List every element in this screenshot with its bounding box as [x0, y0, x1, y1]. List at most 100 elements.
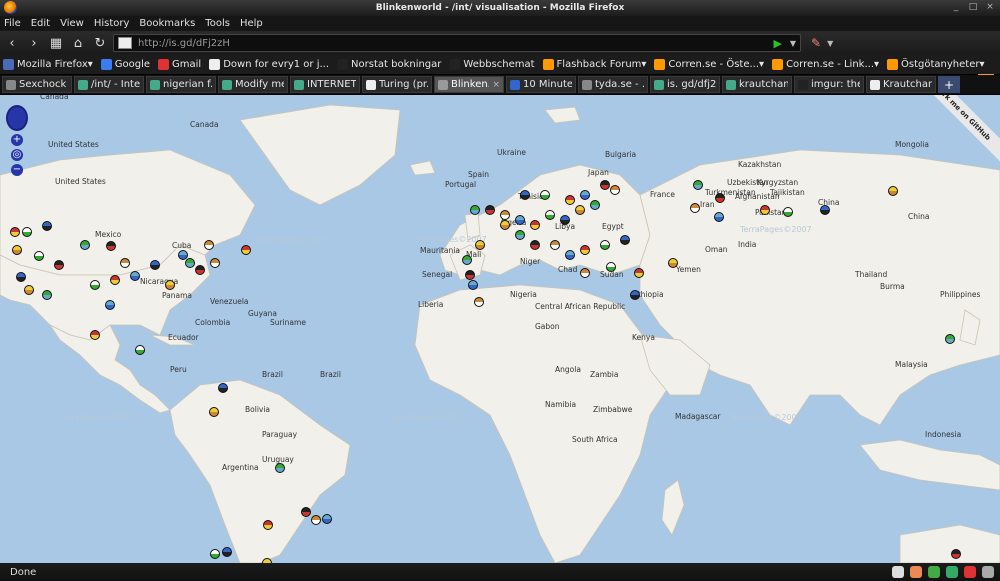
countryball-marker[interactable]: [520, 190, 530, 200]
countryball-marker[interactable]: [222, 547, 232, 557]
bookmark-item[interactable]: Google: [100, 59, 150, 70]
bookmark-item[interactable]: Gmail: [158, 59, 201, 70]
countryball-marker[interactable]: [80, 240, 90, 250]
addon-icon[interactable]: [928, 566, 940, 578]
countryball-marker[interactable]: [241, 245, 251, 255]
tab[interactable]: Modify me...: [218, 76, 288, 93]
countryball-marker[interactable]: [135, 345, 145, 355]
countryball-marker[interactable]: [545, 210, 555, 220]
countryball-marker[interactable]: [606, 262, 616, 272]
countryball-marker[interactable]: [610, 185, 620, 195]
countryball-marker[interactable]: [485, 205, 495, 215]
tab[interactable]: /int/ - Inte...: [74, 76, 144, 93]
countryball-marker[interactable]: [575, 205, 585, 215]
countryball-marker[interactable]: [106, 241, 116, 251]
countryball-marker[interactable]: [580, 268, 590, 278]
forward-button[interactable]: ›: [25, 34, 43, 52]
countryball-marker[interactable]: [90, 280, 100, 290]
countryball-marker[interactable]: [888, 186, 898, 196]
countryball-marker[interactable]: [474, 297, 484, 307]
countryball-marker[interactable]: [530, 220, 540, 230]
countryball-marker[interactable]: [204, 240, 214, 250]
tab[interactable]: Sexchock ...: [2, 76, 72, 93]
speed-dial-icon[interactable]: ▦: [47, 34, 65, 52]
tab[interactable]: nigerian f...: [146, 76, 216, 93]
countryball-marker[interactable]: [210, 258, 220, 268]
countryball-marker[interactable]: [715, 193, 725, 203]
addon-icon[interactable]: [946, 566, 958, 578]
bookmark-item[interactable]: Down for evry1 or j...: [209, 59, 329, 70]
world-map[interactable]: TerraPages©2007 TerraPages©2007 TerraPag…: [0, 95, 1000, 563]
countryball-marker[interactable]: [150, 260, 160, 270]
countryball-marker[interactable]: [634, 268, 644, 278]
countryball-marker[interactable]: [24, 285, 34, 295]
countryball-marker[interactable]: [185, 258, 195, 268]
countryball-marker[interactable]: [820, 205, 830, 215]
countryball-marker[interactable]: [945, 334, 955, 344]
new-tab-button[interactable]: +: [938, 76, 960, 93]
countryball-marker[interactable]: [760, 205, 770, 215]
tab[interactable]: INTERNET.: [290, 76, 360, 93]
zoom-world-button[interactable]: ◎: [11, 149, 23, 161]
countryball-marker[interactable]: [210, 549, 220, 559]
bookmark-item[interactable]: Mozilla Firefox▾: [3, 59, 93, 70]
countryball-marker[interactable]: [515, 230, 525, 240]
tab-close-icon[interactable]: ×: [492, 80, 500, 90]
countryball-marker[interactable]: [468, 280, 478, 290]
tab-active[interactable]: Blinken...×: [434, 76, 504, 93]
countryball-marker[interactable]: [475, 240, 485, 250]
close-icon[interactable]: ×: [984, 2, 996, 13]
tab[interactable]: Turing (pr...: [362, 76, 432, 93]
countryball-marker[interactable]: [630, 290, 640, 300]
menu-file[interactable]: File: [4, 18, 21, 29]
countryball-marker[interactable]: [580, 245, 590, 255]
countryball-marker[interactable]: [465, 270, 475, 280]
countryball-marker[interactable]: [42, 221, 52, 231]
tab[interactable]: 10 Minute...: [506, 76, 576, 93]
menu-edit[interactable]: Edit: [31, 18, 50, 29]
countryball-marker[interactable]: [209, 407, 219, 417]
countryball-marker[interactable]: [714, 212, 724, 222]
countryball-marker[interactable]: [590, 200, 600, 210]
countryball-marker[interactable]: [110, 275, 120, 285]
countryball-marker[interactable]: [90, 330, 100, 340]
countryball-marker[interactable]: [42, 290, 52, 300]
tab[interactable]: krautchan...: [722, 76, 792, 93]
zoom-in-button[interactable]: +: [11, 134, 23, 146]
countryball-marker[interactable]: [16, 272, 26, 282]
back-button[interactable]: ‹: [3, 34, 21, 52]
countryball-marker[interactable]: [500, 220, 510, 230]
countryball-marker[interactable]: [530, 240, 540, 250]
countryball-marker[interactable]: [130, 271, 140, 281]
countryball-marker[interactable]: [783, 207, 793, 217]
countryball-marker[interactable]: [301, 507, 311, 517]
addon-icon[interactable]: [892, 566, 904, 578]
maximize-icon[interactable]: □: [967, 2, 979, 13]
countryball-marker[interactable]: [500, 210, 510, 220]
countryball-marker[interactable]: [322, 514, 332, 524]
countryball-marker[interactable]: [470, 205, 480, 215]
menu-history[interactable]: History: [94, 18, 130, 29]
bookmark-item[interactable]: Norstat bokningar: [337, 59, 441, 70]
countryball-marker[interactable]: [600, 180, 610, 190]
extension-icon[interactable]: ✎: [811, 36, 821, 50]
countryball-marker[interactable]: [275, 463, 285, 473]
countryball-marker[interactable]: [565, 195, 575, 205]
go-icon[interactable]: ▶: [774, 37, 782, 50]
bookmark-item[interactable]: Corren.se - Öste...▾: [654, 59, 764, 70]
countryball-marker[interactable]: [515, 215, 525, 225]
tab[interactable]: tyda.se - ...: [578, 76, 648, 93]
menu-bookmarks[interactable]: Bookmarks: [139, 18, 195, 29]
tab[interactable]: is. gd/dfj2...: [650, 76, 720, 93]
zoom-out-button[interactable]: −: [11, 164, 23, 176]
countryball-marker[interactable]: [668, 258, 678, 268]
countryball-marker[interactable]: [565, 250, 575, 260]
tab[interactable]: Krautchan: [866, 76, 936, 93]
home-icon[interactable]: ⌂: [69, 34, 87, 52]
countryball-marker[interactable]: [311, 515, 321, 525]
reload-icon[interactable]: ↻: [91, 34, 109, 52]
countryball-marker[interactable]: [951, 549, 961, 559]
countryball-marker[interactable]: [550, 240, 560, 250]
bookmark-item[interactable]: Corren.se - Link...▾: [772, 59, 879, 70]
extension-dropdown-icon[interactable]: ▼: [827, 39, 833, 48]
